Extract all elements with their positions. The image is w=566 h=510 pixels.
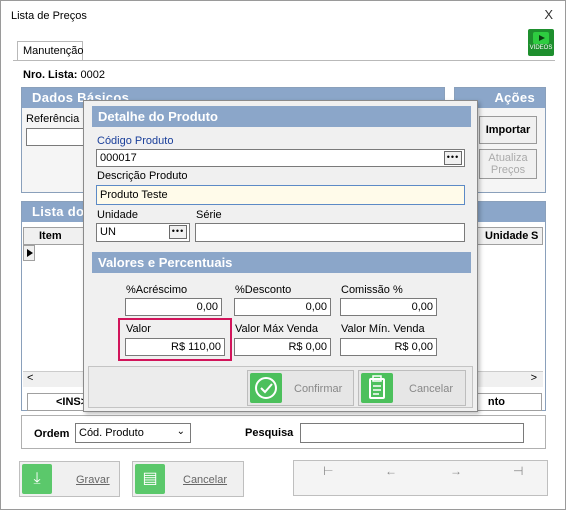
desconto-label: %Desconto (235, 284, 292, 296)
save-download-icon: ⤓ (22, 464, 52, 494)
modal-cancelar-button[interactable]: Cancelar (358, 370, 466, 406)
ordem-value: Cód. Produto (79, 427, 144, 439)
footer-right-label: nto (487, 396, 505, 408)
referencia-input[interactable] (26, 128, 86, 146)
clipboard-icon: ▤ (135, 464, 165, 494)
pesquisa-label: Pesquisa (245, 427, 294, 439)
videos-button[interactable]: VÍDEOS (528, 29, 554, 56)
codigo-produto-value: 000017 (100, 152, 137, 164)
nav-first-icon[interactable]: ⊢ (323, 464, 333, 478)
ordem-label: Ordem (34, 428, 70, 440)
row-indicator (23, 245, 35, 261)
col-item[interactable]: Item (39, 230, 62, 242)
atualiza-precos-button[interactable]: Atualiza Preços (479, 149, 537, 179)
col-unidade[interactable]: Unidade (485, 230, 528, 242)
descricao-produto-label: Descrição Produto (97, 170, 188, 182)
nav-last-icon[interactable]: ⊣ (513, 464, 523, 478)
ordem-select[interactable]: Cód. Produto ⌄ (75, 423, 191, 443)
detalhe-produto-dialog: Detalhe do Produto Código Produto 000017… (83, 100, 478, 412)
cancelar-label: Cancelar (183, 474, 228, 486)
scroll-left-icon[interactable]: < (27, 372, 33, 384)
check-circle-icon (250, 373, 282, 403)
nro-lista-label: Nro. Lista: (23, 69, 78, 81)
codigo-produto-input[interactable]: 000017 ••• (96, 149, 465, 167)
col-s[interactable]: S (531, 230, 538, 242)
videos-label: VÍDEOS (529, 45, 553, 51)
lookup-dots-icon[interactable]: ••• (444, 151, 462, 165)
unidade-input[interactable]: UN ••• (96, 223, 190, 242)
valor-min-input[interactable]: R$ 0,00 (340, 338, 437, 356)
nav-next-icon[interactable]: → (450, 464, 462, 478)
title-bar: Lista de Preços X (1, 1, 565, 31)
importar-button[interactable]: Importar (479, 116, 537, 144)
nro-lista-value: 0002 (80, 69, 105, 81)
unidade-lookup-icon[interactable]: ••• (169, 225, 187, 239)
clipboard-icon (361, 373, 393, 403)
close-button[interactable]: X (544, 7, 553, 22)
serie-label: Série (196, 209, 222, 221)
gravar-button[interactable]: ⤓ Gravar (19, 461, 120, 497)
comissao-label: Comissão % (341, 284, 403, 296)
valores-percentuais-header: Valores e Percentuais (92, 252, 471, 273)
modal-cancelar-label: Cancelar (409, 383, 454, 395)
confirmar-label: Confirmar (294, 383, 343, 395)
tab-manutencao[interactable]: Manutenção (17, 41, 84, 61)
comissao-input[interactable]: 0,00 (340, 298, 437, 316)
cancelar-button[interactable]: ▤ Cancelar (132, 461, 244, 497)
scroll-right-icon[interactable]: > (531, 372, 537, 384)
acrescimo-input[interactable]: 0,00 (125, 298, 222, 316)
nro-lista: Nro. Lista: 0002 (23, 69, 105, 81)
valor-min-label: Valor Mín. Venda (341, 323, 425, 335)
gravar-label: Gravar (76, 474, 110, 486)
serie-input[interactable] (195, 223, 465, 242)
chevron-down-icon: ⌄ (176, 426, 185, 437)
tab-divider (13, 60, 555, 61)
descricao-produto-input[interactable]: Produto Teste (96, 185, 465, 205)
nav-prev-icon[interactable]: ← (385, 464, 397, 478)
unidade-label: Unidade (97, 209, 138, 221)
referencia-label: Referência (26, 113, 80, 125)
valor-label: Valor (126, 323, 151, 335)
codigo-produto-label: Código Produto (97, 135, 174, 147)
confirmar-button[interactable]: Confirmar (247, 370, 354, 406)
valor-max-label: Valor Máx Venda (235, 323, 318, 335)
row-pointer-icon (27, 249, 33, 257)
valor-max-input[interactable]: R$ 0,00 (234, 338, 331, 356)
window-title: Lista de Preços (11, 10, 87, 22)
unidade-value: UN (100, 226, 116, 238)
play-icon (533, 32, 549, 44)
valor-input[interactable]: R$ 110,00 (125, 338, 225, 356)
detalhe-produto-header: Detalhe do Produto (92, 106, 471, 127)
acrescimo-label: %Acréscimo (126, 284, 188, 296)
desconto-input[interactable]: 0,00 (234, 298, 331, 316)
pesquisa-input[interactable] (300, 423, 524, 443)
